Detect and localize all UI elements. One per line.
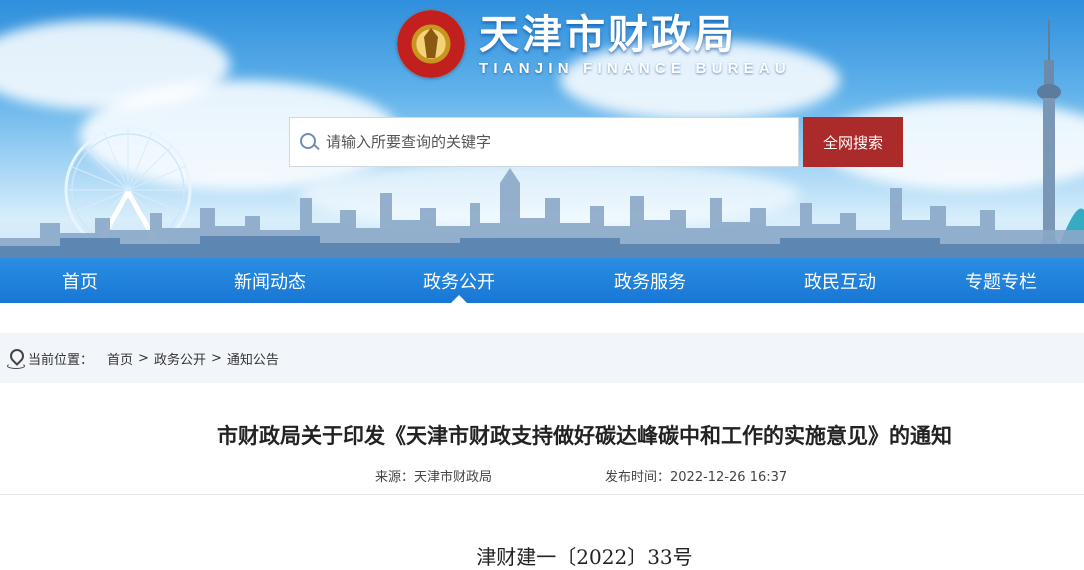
- site-logo[interactable]: 天津市财政局 TIANJIN FINANCE BUREAU: [397, 10, 791, 78]
- search-box: [289, 117, 799, 167]
- search-icon: [296, 127, 326, 157]
- city-skyline-illustration: [0, 168, 1084, 258]
- breadcrumb-item-home[interactable]: 首页: [107, 349, 133, 368]
- breadcrumb-separator: >: [210, 350, 222, 366]
- article-date: 发布时间：2022-12-26 16:37: [605, 466, 787, 485]
- nav-item-home[interactable]: 首页: [0, 258, 160, 303]
- main-nav: 首页 新闻动态 政务公开 政务服务 政民互动 专题专栏: [0, 258, 1084, 303]
- breadcrumb: 当前位置： 首页 > 政务公开 > 通知公告: [0, 333, 1084, 383]
- date-value: 2022-12-26 16:37: [670, 470, 788, 485]
- site-title-cn: 天津市财政局: [479, 11, 737, 58]
- location-pin-icon: [6, 348, 25, 369]
- divider: [0, 494, 1084, 495]
- breadcrumb-item-gov-affairs[interactable]: 政务公开: [154, 349, 206, 368]
- article-title: 市财政局关于印发《天津市财政支持做好碳达峰碳中和工作的实施意见》的通知: [217, 424, 952, 448]
- nav-item-interaction[interactable]: 政民互动: [762, 258, 918, 303]
- source-value: 天津市财政局: [414, 470, 493, 485]
- breadcrumb-separator: >: [138, 350, 149, 366]
- breadcrumb-label: 当前位置：: [28, 352, 94, 368]
- nav-item-gov-affairs[interactable]: 政务公开: [380, 258, 538, 303]
- nav-item-topics[interactable]: 专题专栏: [918, 258, 1084, 303]
- search-input[interactable]: [326, 118, 798, 166]
- header-banner: 天津市财政局 TIANJIN FINANCE BUREAU 全网搜索: [0, 0, 1084, 258]
- date-label: 发布时间：: [605, 470, 671, 485]
- breadcrumb-item-notices[interactable]: 通知公告: [227, 349, 279, 368]
- search-button[interactable]: 全网搜索: [803, 117, 903, 167]
- site-title-en: TIANJIN FINANCE BUREAU: [479, 59, 791, 77]
- document-number: 津财建一〔2022〕33号: [476, 545, 693, 569]
- article-source: 来源：天津市财政局: [375, 466, 492, 485]
- nav-item-services[interactable]: 政务服务: [538, 258, 762, 303]
- source-label: 来源：: [375, 470, 415, 485]
- emblem-icon: [397, 10, 465, 78]
- nav-item-news[interactable]: 新闻动态: [160, 258, 380, 303]
